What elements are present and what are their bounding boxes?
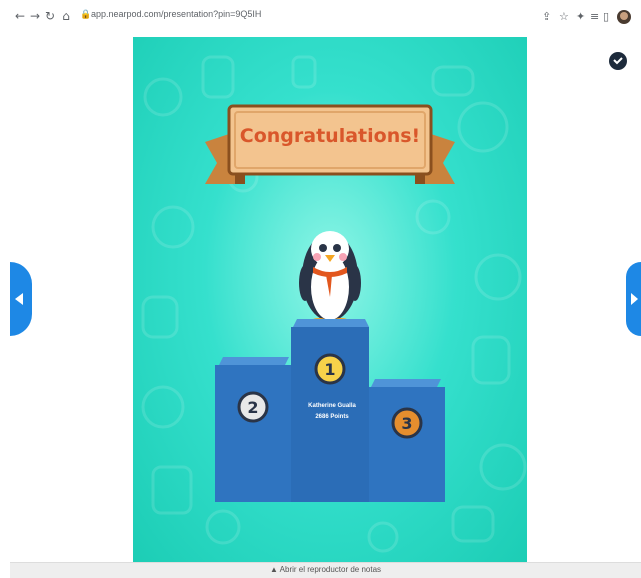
side-panel-icon[interactable]: ▯ <box>603 11 609 23</box>
profile-avatar[interactable] <box>617 10 631 24</box>
url-text: app.nearpod.com/presentation?pin=9Q5IH <box>91 9 262 19</box>
first-place-number: 1 <box>324 360 336 379</box>
penguin-mascot <box>299 231 361 328</box>
winner-points: 2686 Points <box>315 414 349 420</box>
previous-slide-button[interactable] <box>10 262 32 336</box>
share-icon[interactable]: ⇪ <box>542 11 551 23</box>
lock-icon: 🔒 <box>80 10 92 20</box>
reload-icon[interactable]: ↻ <box>43 9 57 23</box>
notes-bar: ▲ Abrir el reproductor de notas <box>10 562 641 578</box>
second-place-number: 2 <box>247 398 259 417</box>
congratulations-banner <box>205 104 455 184</box>
third-place-number: 3 <box>401 414 413 433</box>
reading-list-icon[interactable]: ≡ <box>590 11 599 23</box>
back-icon[interactable]: ← <box>13 9 27 23</box>
home-icon[interactable]: ⌂ <box>59 9 73 23</box>
extensions-icon[interactable]: ✦ <box>576 11 585 23</box>
star-icon[interactable]: ☆ <box>559 11 569 23</box>
browser-toolbar: ← → ↻ ⌂ 🔒 app.nearpod.com/presentation?p… <box>0 0 641 37</box>
banner-title: Congratulations! <box>239 125 421 147</box>
next-slide-button[interactable] <box>626 262 641 336</box>
check-icon[interactable] <box>609 52 627 70</box>
address-bar[interactable]: 🔒 app.nearpod.com/presentation?pin=9Q5IH <box>80 7 530 25</box>
forward-icon[interactable]: → <box>28 9 42 23</box>
open-notes-button[interactable]: ▲ Abrir el reproductor de notas <box>10 565 641 574</box>
slide: Congratulations! 2 1 3 Katherine Gualla … <box>133 37 527 562</box>
winner-name: Katherine Gualla <box>308 403 356 409</box>
